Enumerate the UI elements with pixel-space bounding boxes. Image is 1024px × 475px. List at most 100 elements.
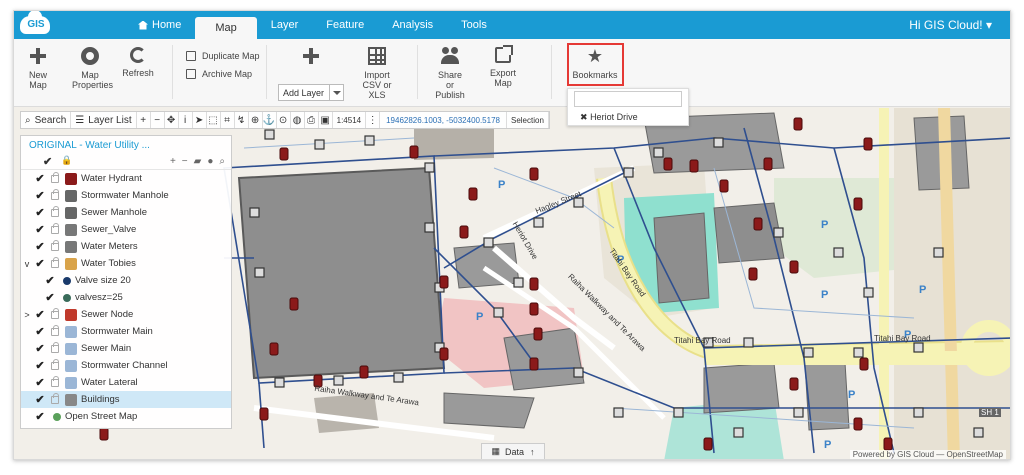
more-button[interactable]: ⋮ xyxy=(366,112,381,128)
camera-button[interactable]: ▣ xyxy=(319,112,333,128)
layer-visibility-checkbox[interactable]: ✔ xyxy=(33,206,47,219)
chevron-right-icon[interactable]: > xyxy=(21,310,33,320)
layer-list-button[interactable]: ☰ Layer List xyxy=(71,112,137,128)
import-csv-button[interactable]: Import CSV or XLS xyxy=(352,47,402,100)
layer-row[interactable]: ✔ Water Meters xyxy=(21,238,231,255)
export-map-button[interactable]: Export Map xyxy=(480,45,526,88)
layer-visibility-checkbox[interactable]: ✔ xyxy=(33,393,47,406)
lock-icon[interactable] xyxy=(51,341,59,353)
refresh-button[interactable]: Refresh xyxy=(120,47,156,78)
edit-node-button[interactable]: ⌗ xyxy=(221,112,235,128)
archive-map-button[interactable]: Archive Map xyxy=(186,69,252,79)
bookmark-item[interactable]: ✖ Heriot Drive xyxy=(580,112,638,123)
tab-feature[interactable]: Feature xyxy=(312,11,378,39)
folder-icon[interactable]: ▰ xyxy=(194,156,202,167)
globe-button[interactable]: ◍ xyxy=(291,112,305,128)
lock-icon[interactable] xyxy=(51,358,59,370)
lock-icon[interactable] xyxy=(51,375,59,387)
layer-visibility-checkbox[interactable]: ✔ xyxy=(33,223,47,236)
duplicate-map-button[interactable]: Duplicate Map xyxy=(186,51,260,61)
selection-button[interactable]: Selection xyxy=(505,112,549,128)
check-all-icon[interactable]: ✔ xyxy=(43,155,52,168)
zoom-in-button[interactable]: + xyxy=(137,112,151,128)
layer-visibility-checkbox[interactable]: ✔ xyxy=(33,172,47,185)
lock-icon[interactable] xyxy=(51,222,59,234)
layer-symbol-icon xyxy=(65,223,77,236)
layer-visibility-checkbox[interactable]: ✔ xyxy=(33,410,47,423)
layer-row[interactable]: ✔ Sewer Main xyxy=(21,340,231,357)
layer-row[interactable]: ✔ Valve size 20 xyxy=(21,272,231,289)
lock-icon[interactable] xyxy=(51,205,59,217)
layer-visibility-checkbox[interactable]: ✔ xyxy=(33,376,47,389)
layer-row[interactable]: ✔ Open Street Map xyxy=(21,408,231,425)
remove-layer-icon[interactable]: − xyxy=(182,156,188,167)
selection-label: Selection xyxy=(510,115,544,125)
box-select-icon: ⬚ xyxy=(208,114,218,126)
print-button[interactable]: ⎙ xyxy=(305,112,319,128)
share-publish-button[interactable]: Share or Publish xyxy=(428,47,472,100)
zoom-extent-button[interactable]: ⊙ xyxy=(277,112,291,128)
layer-visibility-checkbox[interactable]: ✔ xyxy=(33,308,47,321)
data-panel-tab[interactable]: ▦ Data ↑ xyxy=(481,443,545,459)
tab-map[interactable]: Map xyxy=(195,17,257,39)
layer-visibility-checkbox[interactable]: ✔ xyxy=(43,274,57,287)
user-icon[interactable]: ● xyxy=(207,156,213,167)
tab-home[interactable]: Home xyxy=(124,11,195,39)
layer-row[interactable]: v ✔ Water Tobies xyxy=(21,255,231,272)
layer-row[interactable]: ✔ valvesz=25 xyxy=(21,289,231,306)
layer-row[interactable]: ✔ Stormwater Main xyxy=(21,323,231,340)
layer-row[interactable]: ✔ Water Hydrant xyxy=(21,170,231,187)
box-select-button[interactable]: ⬚ xyxy=(207,112,221,128)
search-button[interactable]: ⌕ Search xyxy=(21,112,72,128)
locate-button[interactable]: ⊕ xyxy=(249,112,263,128)
lock-icon[interactable] xyxy=(51,239,59,251)
lock-icon[interactable] xyxy=(51,171,59,183)
layer-visibility-checkbox[interactable]: ✔ xyxy=(43,291,57,304)
zoom-layer-icon[interactable]: ⌕ xyxy=(219,156,225,167)
move-button[interactable]: ✥ xyxy=(165,112,179,128)
anchor-button[interactable]: ⚓ xyxy=(263,112,277,128)
layer-visibility-checkbox[interactable]: ✔ xyxy=(33,240,47,253)
layer-row[interactable]: ✔ Buildings xyxy=(21,391,231,408)
lock-icon[interactable] xyxy=(51,392,59,404)
lock-icon[interactable] xyxy=(51,324,59,336)
layer-visibility-checkbox[interactable]: ✔ xyxy=(33,325,47,338)
lock-icon[interactable] xyxy=(51,307,59,319)
layer-label: Sewer Main xyxy=(81,343,132,354)
layer-row[interactable]: ✔ Sewer_Valve xyxy=(21,221,231,238)
tab-layer[interactable]: Layer xyxy=(257,11,313,39)
user-menu[interactable]: Hi GIS Cloud! ▾ xyxy=(909,18,992,32)
layer-row[interactable]: > ✔ Sewer Node xyxy=(21,306,231,323)
chevron-down-icon[interactable]: v xyxy=(21,259,33,269)
add-layer-dropdown[interactable]: Add Layer xyxy=(278,84,344,101)
layer-visibility-checkbox[interactable]: ✔ xyxy=(33,359,47,372)
tab-analysis[interactable]: Analysis xyxy=(378,11,447,39)
bookmarks-dropdown: ✖ Heriot Drive xyxy=(567,88,689,126)
minus-icon: − xyxy=(154,114,161,126)
new-map-button[interactable]: New Map xyxy=(20,47,56,90)
gis-cloud-logo[interactable]: GIS xyxy=(20,11,52,36)
tab-tools[interactable]: Tools xyxy=(447,11,501,39)
layer-visibility-checkbox[interactable]: ✔ xyxy=(33,189,47,202)
bookmark-search-input[interactable] xyxy=(574,91,682,107)
lock-all-icon[interactable]: 🔒 xyxy=(61,155,72,166)
layer-row[interactable]: ✔ Stormwater Manhole xyxy=(21,187,231,204)
measure-button[interactable]: ↯ xyxy=(235,112,249,128)
map-properties-button[interactable]: Map Properties xyxy=(66,47,114,90)
info-button[interactable]: i xyxy=(179,112,193,128)
layer-visibility-checkbox[interactable]: ✔ xyxy=(33,257,47,270)
layer-row[interactable]: ✔ Stormwater Channel xyxy=(21,357,231,374)
lock-icon[interactable] xyxy=(51,256,59,268)
svg-text:P: P xyxy=(821,219,828,231)
layer-row[interactable]: ✔ Sewer Manhole xyxy=(21,204,231,221)
zoom-out-button[interactable]: − xyxy=(151,112,165,128)
select-button[interactable]: ➤ xyxy=(193,112,207,128)
lock-icon[interactable] xyxy=(51,188,59,200)
layer-visibility-checkbox[interactable]: ✔ xyxy=(33,342,47,355)
add-layer-icon[interactable]: + xyxy=(170,156,176,167)
layer-panel-title[interactable]: ORIGINAL - Water Utility ... xyxy=(21,136,231,154)
layer-row[interactable]: ✔ Water Lateral xyxy=(21,374,231,391)
globe-icon: ◍ xyxy=(292,114,302,126)
highway-shield: SH 1 xyxy=(979,408,1001,417)
add-layer-icon-button[interactable] xyxy=(301,47,321,70)
